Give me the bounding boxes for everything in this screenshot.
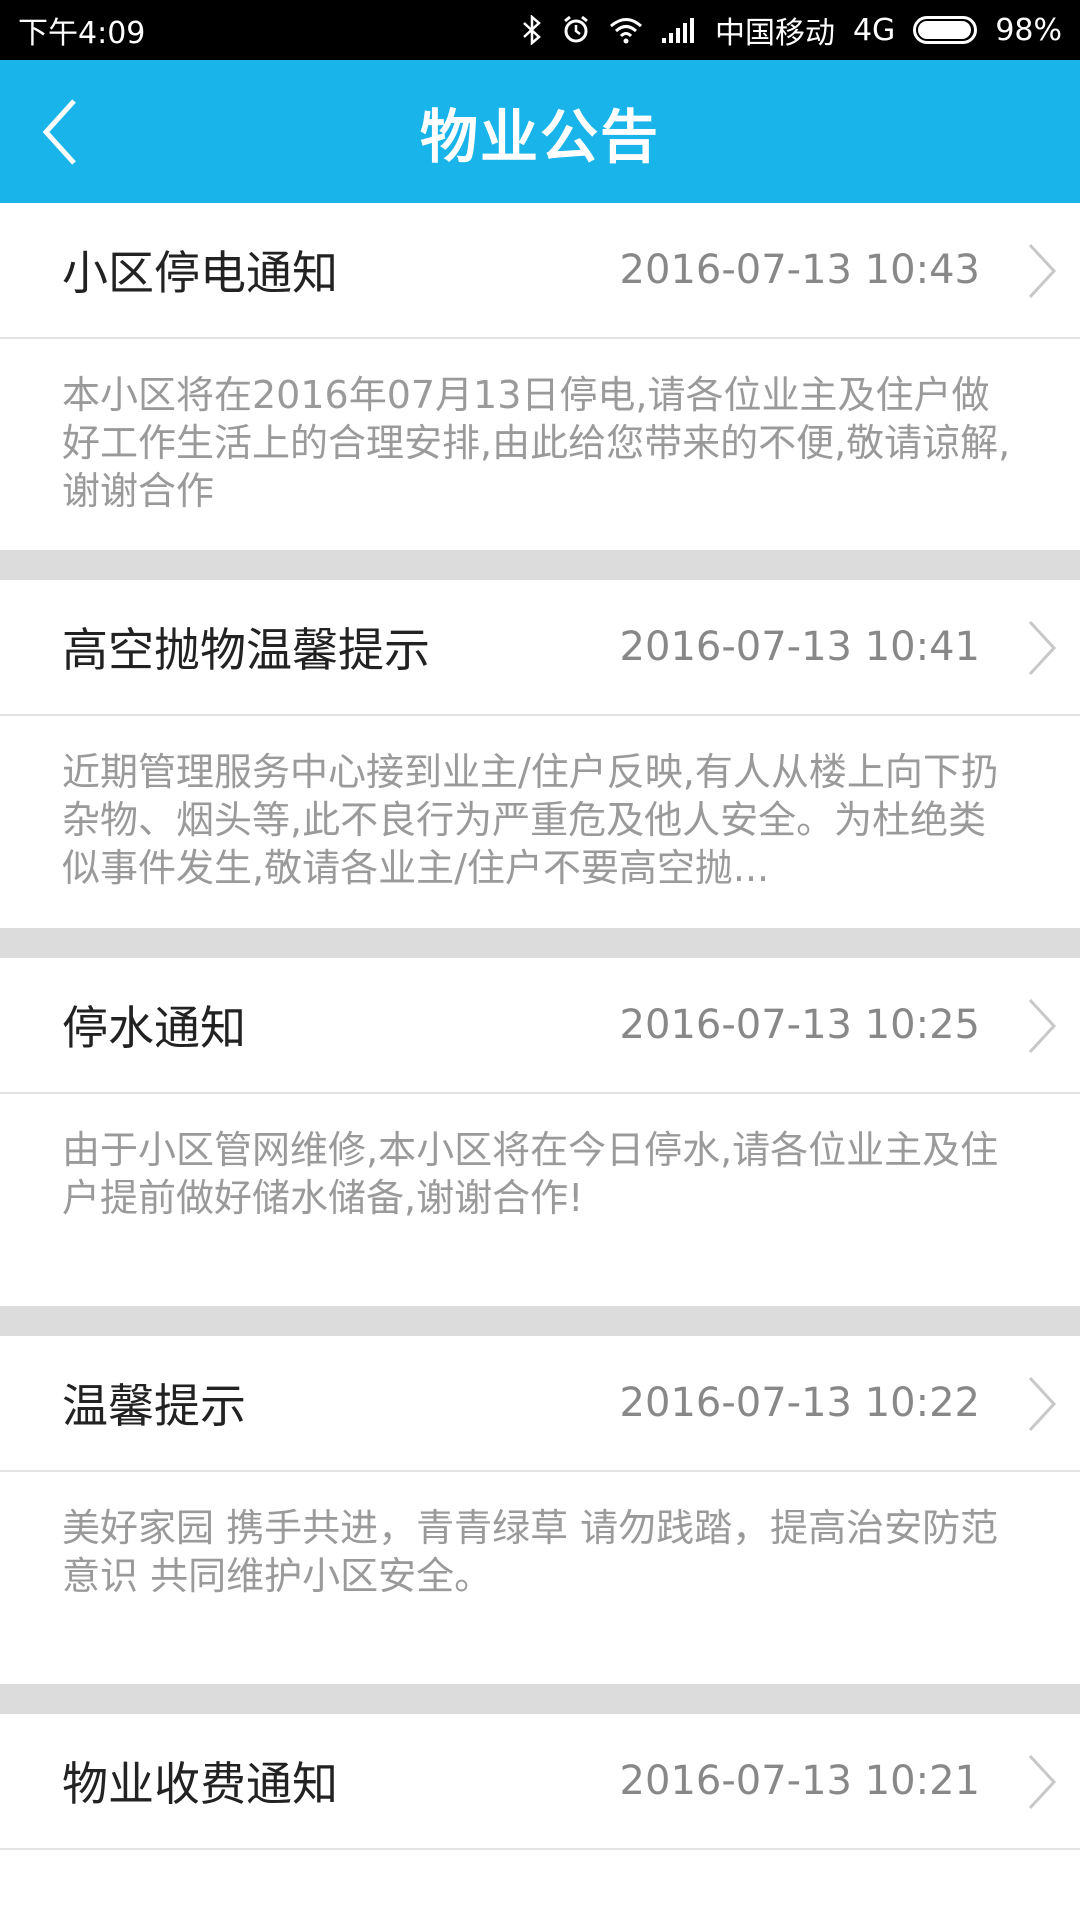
notice-time: 2016-07-13 10:25 xyxy=(619,1002,980,1048)
notice-list: 小区停电通知 2016-07-13 10:43 本小区将在2016年07月13日… xyxy=(0,203,1080,1850)
battery-label: 98% xyxy=(995,12,1062,48)
notice-header[interactable]: 小区停电通知 2016-07-13 10:43 xyxy=(0,203,1080,339)
notice-header[interactable]: 高空抛物温馨提示 2016-07-13 10:41 xyxy=(0,580,1080,716)
bluetooth-icon xyxy=(521,15,543,45)
notice-content: 本小区将在2016年07月13日停电,请各位业主及住户做好工作生活上的合理安排,… xyxy=(62,373,1011,513)
notice-header[interactable]: 物业收费通知 2016-07-13 10:21 xyxy=(0,1714,1080,1850)
signal-icon xyxy=(661,16,697,44)
network-label: 4G xyxy=(852,12,896,48)
chevron-left-icon xyxy=(42,99,76,165)
notice-header[interactable]: 温馨提示 2016-07-13 10:22 xyxy=(0,1336,1080,1472)
page-title: 物业公告 xyxy=(419,102,660,171)
notice-item[interactable]: 温馨提示 2016-07-13 10:22 美好家园 携手共进，青青绿草 请勿践… xyxy=(0,1336,1080,1684)
notice-time: 2016-07-13 10:43 xyxy=(619,247,980,293)
section-divider xyxy=(0,1306,1080,1336)
section-divider xyxy=(0,550,1080,580)
notice-time: 2016-07-13 10:21 xyxy=(619,1758,980,1804)
wifi-icon xyxy=(609,16,643,44)
chevron-right-icon xyxy=(1028,620,1057,676)
back-button[interactable] xyxy=(40,90,120,174)
notice-item[interactable]: 停水通知 2016-07-13 10:25 由于小区管网维修,本小区将在今日停水… xyxy=(0,958,1080,1306)
notice-item[interactable]: 高空抛物温馨提示 2016-07-13 10:41 近期管理服务中心接到业主/住… xyxy=(0,580,1080,928)
notice-content: 美好家园 携手共进，青青绿草 请勿践踏，提高治安防范意识 共同维护小区安全。 xyxy=(62,1506,999,1598)
carrier-label: 中国移动 xyxy=(714,16,835,51)
app-header: 物业公告 xyxy=(0,60,1080,203)
notice-content: 由于小区管网维修,本小区将在今日停水,请各位业主及住户提前做好储水储备,谢谢合作… xyxy=(62,1128,999,1220)
notice-title: 停水通知 xyxy=(62,1001,246,1055)
notice-content: 近期管理服务中心接到业主/住户反映,有人从楼上向下扔杂物、烟头等,此不良行为严重… xyxy=(62,750,999,890)
notice-title: 温馨提示 xyxy=(62,1379,246,1433)
notice-header[interactable]: 停水通知 2016-07-13 10:25 xyxy=(0,958,1080,1094)
notice-title: 高空抛物温馨提示 xyxy=(62,623,430,677)
chevron-right-icon xyxy=(1028,1754,1057,1810)
status-indicators: 中国移动 4G 98% xyxy=(521,8,1062,52)
chevron-right-icon xyxy=(1028,998,1057,1054)
chevron-right-icon xyxy=(1028,243,1057,299)
status-bar: 下午4:09 中国移动 4G 98% xyxy=(0,0,1080,60)
section-divider xyxy=(0,1684,1080,1714)
section-divider xyxy=(0,928,1080,958)
chevron-right-icon xyxy=(1028,1376,1057,1432)
status-time: 下午4:09 xyxy=(18,16,146,51)
alarm-icon xyxy=(561,15,591,45)
notice-time: 2016-07-13 10:22 xyxy=(619,1380,980,1426)
notice-title: 小区停电通知 xyxy=(62,246,338,300)
notice-time: 2016-07-13 10:41 xyxy=(619,624,980,670)
notice-title: 物业收费通知 xyxy=(62,1757,338,1811)
notice-item[interactable]: 小区停电通知 2016-07-13 10:43 本小区将在2016年07月13日… xyxy=(0,203,1080,550)
notice-item[interactable]: 物业收费通知 2016-07-13 10:21 xyxy=(0,1714,1080,1850)
battery-icon xyxy=(913,16,978,44)
